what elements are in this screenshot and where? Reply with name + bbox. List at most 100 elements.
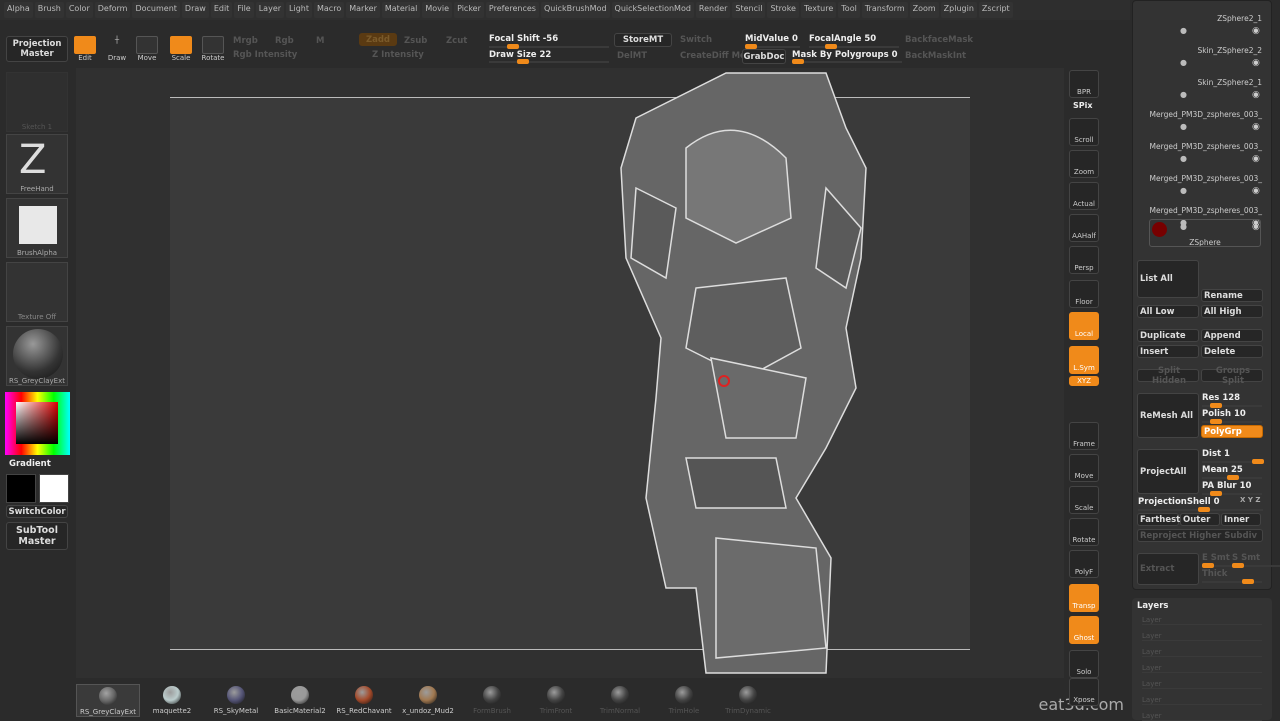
groups-split-button[interactable]: Groups Split <box>1201 366 1263 386</box>
menu-texture[interactable]: Texture <box>800 2 837 18</box>
eye-icon[interactable]: ◉ <box>1252 26 1260 36</box>
menu-preferences[interactable]: Preferences <box>485 2 539 18</box>
project-all-button[interactable]: ProjectAll <box>1137 449 1199 494</box>
grabdoc-button[interactable]: GrabDoc <box>742 49 786 64</box>
scroll-shelf-button[interactable]: Scroll <box>1069 118 1099 146</box>
menu-zoom[interactable]: Zoom <box>909 2 939 18</box>
subtool-name[interactable]: Skin_ZSphere2_1 <box>1140 78 1262 87</box>
inner-button[interactable]: Inner <box>1221 513 1261 526</box>
thick-slider[interactable]: Thick <box>1202 569 1227 579</box>
solo-shelf-button[interactable]: Solo <box>1069 650 1099 678</box>
menu-stroke[interactable]: Stroke <box>767 2 799 18</box>
layer-item[interactable]: Layer <box>1142 648 1262 657</box>
rgb-intensity-slider[interactable]: Rgb Intensity <box>233 50 297 60</box>
polygrp-button[interactable]: PolyGrp <box>1201 425 1263 438</box>
subtool-name[interactable]: Merged_PM3D_zspheres_003_ <box>1140 174 1262 183</box>
projection-master-button[interactable]: Projection Master <box>6 36 68 62</box>
subtool-name[interactable]: Skin_ZSphere2_2 <box>1140 46 1262 55</box>
reproject-button[interactable]: Reproject Higher Subdiv <box>1137 529 1263 542</box>
menu-zplugin[interactable]: Zplugin <box>940 2 977 18</box>
s-smt-slider[interactable]: S Smt <box>1232 553 1260 563</box>
midvalue-slider[interactable]: MidValue 0 <box>745 34 798 44</box>
z-intensity-slider[interactable]: Z Intensity <box>372 50 424 60</box>
m-button[interactable]: M <box>316 36 324 46</box>
subtool-visibility-icons[interactable]: ● ◉ <box>1176 58 1266 68</box>
switch-button[interactable]: Switch <box>680 35 712 45</box>
zoom-shelf-button[interactable]: Zoom <box>1069 150 1099 178</box>
material-swatch[interactable]: maquette2 <box>140 684 204 715</box>
stroke-sketch-button[interactable]: Sketch 1 <box>6 72 68 132</box>
frame-shelf-button[interactable]: Frame <box>1069 422 1099 450</box>
zcut-button[interactable]: Zcut <box>446 36 467 46</box>
menu-tool[interactable]: Tool <box>838 2 860 18</box>
eye-icon[interactable]: ◉ <box>1252 154 1260 164</box>
material-swatch[interactable]: x_undoz_Mud2 <box>396 684 460 715</box>
insert-button[interactable]: Insert <box>1137 345 1199 358</box>
menu-stencil[interactable]: Stencil <box>732 2 766 18</box>
subtool-visibility-icons[interactable]: ● ◉ <box>1176 122 1266 132</box>
menu-macro[interactable]: Macro <box>314 2 345 18</box>
layers-title[interactable]: Layers <box>1137 601 1168 611</box>
menu-light[interactable]: Light <box>286 2 312 18</box>
material-swatch[interactable]: TrimFront <box>524 684 588 715</box>
lsym-shelf-button[interactable]: L.Sym <box>1069 346 1099 374</box>
scale-button[interactable]: Scale <box>166 36 196 62</box>
alpha-button[interactable]: BrushAlpha <box>6 198 68 258</box>
canvas-area[interactable]: eat3d.com <box>76 68 1124 714</box>
projection-shell-slider[interactable]: ProjectionShell 0 <box>1138 497 1220 507</box>
transp-shelf-button[interactable]: Transp <box>1069 584 1099 612</box>
mrgb-button[interactable]: Mrgb <box>233 36 258 46</box>
main-color-swatch[interactable] <box>39 474 69 503</box>
zadd-button[interactable]: Zadd <box>359 33 397 46</box>
delete-button[interactable]: Delete <box>1201 345 1263 358</box>
subtool-name[interactable]: Merged_PM3D_zspheres_003_ <box>1140 110 1262 119</box>
layer-item[interactable]: Layer <box>1142 696 1262 705</box>
backface-mask-button[interactable]: BackfaceMask <box>905 35 973 45</box>
menu-render[interactable]: Render <box>695 2 731 18</box>
material-swatch[interactable]: TrimDynamic <box>716 684 780 715</box>
menu-picker[interactable]: Picker <box>454 2 484 18</box>
dist-slider[interactable]: Dist 1 <box>1202 449 1230 459</box>
scale-shelf-button[interactable]: Scale <box>1069 486 1099 514</box>
eye-icon[interactable]: ◉ <box>1252 90 1260 100</box>
all-low-button[interactable]: All Low <box>1137 305 1199 318</box>
material-swatch[interactable]: RS_RedChavant <box>332 684 396 715</box>
zsub-button[interactable]: Zsub <box>404 36 427 46</box>
menu-deform[interactable]: Deform <box>94 2 131 18</box>
material-swatch[interactable]: TrimNormal <box>588 684 652 715</box>
menu-movie[interactable]: Movie <box>422 2 453 18</box>
menu-material[interactable]: Material <box>381 2 421 18</box>
outer-button[interactable]: Outer <box>1180 513 1220 526</box>
rotate-button[interactable]: Rotate <box>198 36 228 62</box>
rotate-shelf-button[interactable]: Rotate <box>1069 518 1099 546</box>
mean-slider[interactable]: Mean 25 <box>1202 465 1243 475</box>
menu-file[interactable]: File <box>234 2 254 18</box>
farthest-button[interactable]: Farthest <box>1137 513 1180 526</box>
secondary-color-swatch[interactable] <box>6 474 36 503</box>
stroke-freehand-button[interactable]: Z FreeHand <box>6 134 68 194</box>
layer-item[interactable]: Layer <box>1142 616 1262 625</box>
menu-brush[interactable]: Brush <box>34 2 64 18</box>
subtool-name[interactable]: Merged_PM3D_zspheres_003_ <box>1140 206 1262 215</box>
split-hidden-button[interactable]: Split Hidden <box>1137 366 1199 386</box>
persp-shelf-button[interactable]: Persp <box>1069 246 1099 274</box>
polyf-shelf-button[interactable]: PolyF <box>1069 550 1099 578</box>
duplicate-button[interactable]: Duplicate <box>1137 329 1199 342</box>
menu-layer[interactable]: Layer <box>255 2 285 18</box>
ghost-shelf-button[interactable]: Ghost <box>1069 616 1099 644</box>
subtool-name[interactable]: ZSphere2_1 <box>1140 14 1262 23</box>
backmaskint-slider[interactable]: BackMaskInt <box>905 51 966 61</box>
draw-button[interactable]: ┼ Draw <box>102 36 132 62</box>
menu-color[interactable]: Color <box>65 2 93 18</box>
menu-quickselectionmod[interactable]: QuickSelectionMod <box>611 2 694 18</box>
menu-alpha[interactable]: Alpha <box>4 2 33 18</box>
menu-quickbrushmod[interactable]: QuickBrushMod <box>540 2 610 18</box>
subtool-name[interactable]: Merged_PM3D_zspheres_003_ <box>1140 142 1262 151</box>
layer-item[interactable]: Layer <box>1142 680 1262 689</box>
storemt-button[interactable]: StoreMT <box>614 33 672 47</box>
switchcolor-button[interactable]: SwitchColor <box>6 505 68 518</box>
aahalf-shelf-button[interactable]: AAHalf <box>1069 214 1099 242</box>
focal-shift-slider[interactable]: Focal Shift -56 <box>489 34 558 44</box>
menu-zscript[interactable]: Zscript <box>978 2 1013 18</box>
material-swatch[interactable]: RS_SkyMetal <box>204 684 268 715</box>
